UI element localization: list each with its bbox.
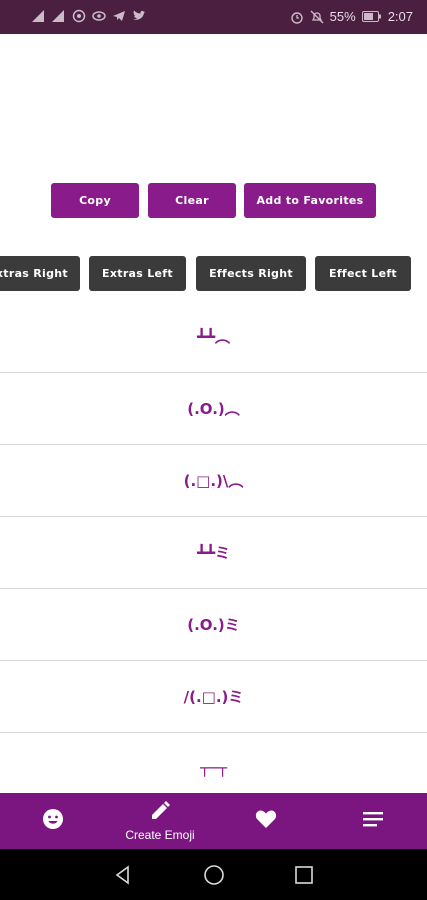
telegram-icon — [112, 9, 126, 23]
list-item[interactable]: ┻┻ミ — [0, 516, 427, 589]
heart-icon — [255, 809, 277, 833]
list-item[interactable]: (.O.)︵ — [0, 372, 427, 445]
emoji-text: (.O.)ミ — [187, 615, 240, 634]
emoji-output-area[interactable] — [0, 34, 427, 174]
emoji-list: ┻┻︵ (.O.)︵ (.□.)\︵ ┻┻ミ (.O.)ミ /(.□.)ミ ┬─… — [0, 300, 427, 793]
list-item[interactable]: (.O.)ミ — [0, 588, 427, 661]
clock: 2:07 — [387, 9, 413, 24]
category-effects-right[interactable]: Effects Right — [196, 256, 306, 291]
back-icon[interactable] — [110, 862, 136, 888]
nfc-icon — [72, 9, 86, 23]
emoji-text: ┬─┬ — [199, 759, 228, 777]
emoji-text: ┻┻︵ — [196, 327, 231, 346]
signal-icon — [52, 9, 66, 23]
pencil-icon — [149, 800, 171, 826]
battery-icon — [361, 10, 382, 24]
clear-button[interactable]: Clear — [148, 183, 236, 218]
emoji-text: (.□.)\︵ — [183, 471, 244, 490]
list-item[interactable]: /(.□.)ミ — [0, 660, 427, 733]
list-item[interactable]: ┻┻︵ — [0, 300, 427, 373]
nav-menu[interactable] — [340, 793, 406, 849]
menu-icon — [363, 811, 383, 831]
nav-create-emoji-label: Create Emoji — [125, 828, 195, 842]
category-effect-left[interactable]: Effect Left — [315, 256, 411, 291]
emoji-text: /(.□.)ミ — [183, 687, 244, 706]
add-to-favorites-button[interactable]: Add to Favorites — [244, 183, 376, 218]
bottom-navigation: Create Emoji — [0, 793, 427, 849]
nav-emoji-list[interactable] — [20, 793, 86, 849]
list-item[interactable]: (.□.)\︵ — [0, 444, 427, 517]
smiley-icon — [42, 808, 64, 834]
recents-icon[interactable] — [291, 862, 317, 888]
category-extras-left[interactable]: Extras Left — [89, 256, 186, 291]
status-icons-left — [32, 9, 146, 23]
system-navigation-bar — [0, 849, 427, 900]
list-item[interactable]: ┬─┬ — [0, 732, 427, 793]
status-bar: 55% 2:07 — [0, 0, 427, 34]
emoji-text: (.O.)︵ — [187, 399, 240, 418]
nav-create-emoji[interactable]: Create Emoji — [110, 793, 210, 849]
signal-icon — [32, 9, 46, 23]
twitter-icon — [132, 9, 146, 23]
mute-icon — [310, 10, 324, 24]
nav-favorites[interactable] — [233, 793, 299, 849]
battery-percent: 55% — [329, 9, 356, 24]
emoji-text: ┻┻ミ — [196, 543, 231, 562]
copy-button[interactable]: Copy — [51, 183, 139, 218]
category-extras-right[interactable]: Extras Right — [0, 256, 80, 291]
alarm-icon — [290, 10, 304, 24]
home-icon[interactable] — [201, 862, 227, 888]
eye-icon — [92, 9, 106, 23]
status-icons-right: 55% 2:07 — [290, 9, 413, 24]
